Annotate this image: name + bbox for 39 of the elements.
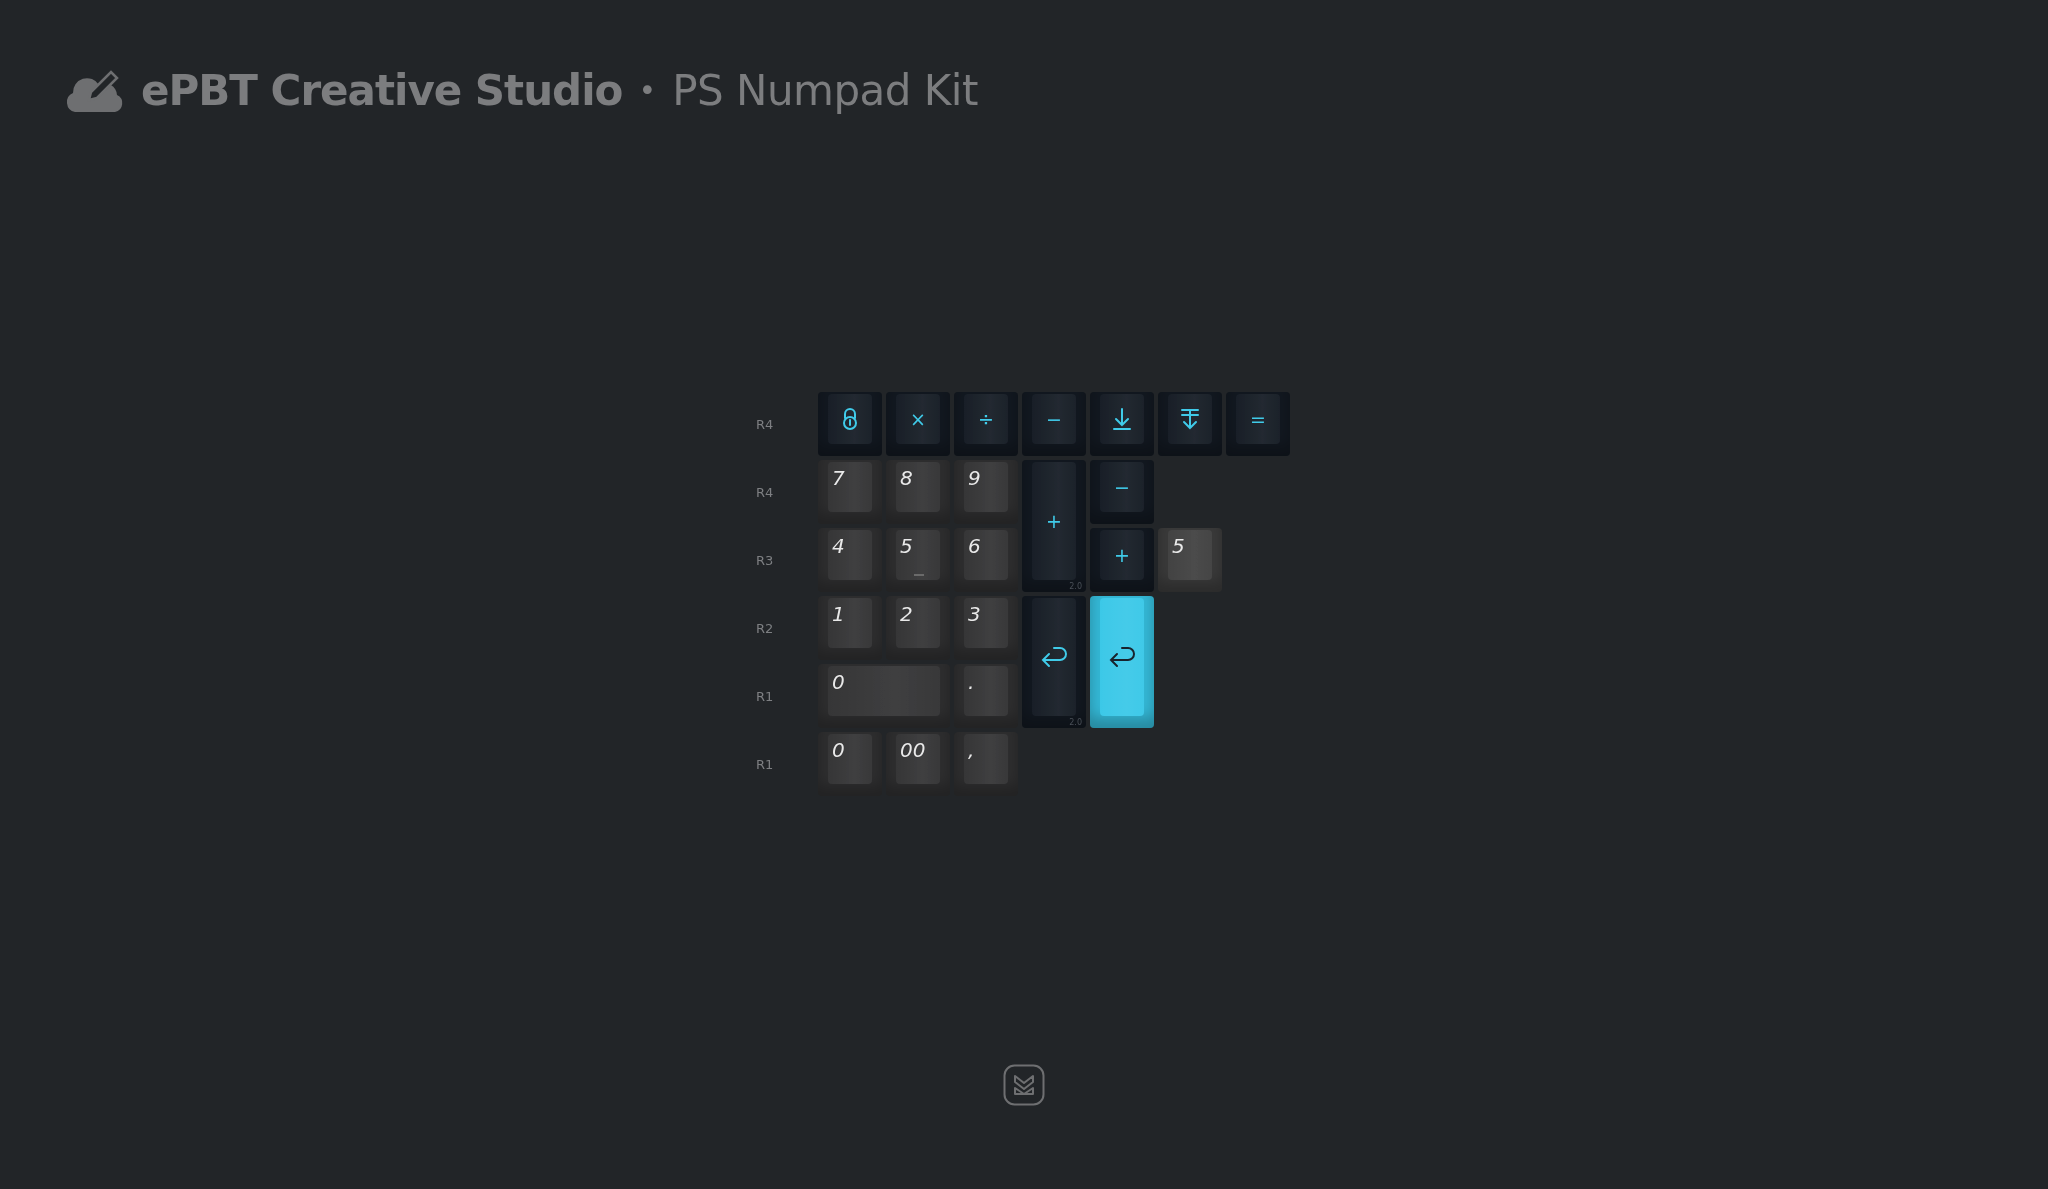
key-legend: 2 bbox=[900, 602, 913, 626]
size-label: 2.0 bbox=[1069, 718, 1082, 727]
key-legend: 0 bbox=[832, 670, 845, 694]
logo-icon bbox=[1003, 1064, 1045, 1106]
key-legend: = bbox=[1250, 408, 1266, 430]
key-legend: 5 bbox=[1172, 534, 1185, 558]
key-legend: 6 bbox=[968, 534, 981, 558]
key-legend: 4 bbox=[832, 534, 845, 558]
key-legend: 00 bbox=[900, 738, 926, 762]
key-legend: 8 bbox=[900, 466, 913, 490]
key-legend: , bbox=[968, 738, 975, 762]
key-legend: 9 bbox=[968, 466, 981, 490]
key-legend: + bbox=[1114, 544, 1130, 566]
key-legend: − bbox=[1046, 408, 1062, 430]
enter-icon bbox=[1108, 645, 1136, 669]
kit-title: PS Numpad Kit bbox=[672, 65, 978, 115]
enter-icon bbox=[1040, 645, 1068, 669]
key-legend: 7 bbox=[832, 466, 845, 490]
key-legend: + bbox=[1046, 510, 1062, 532]
row-label: R2 bbox=[756, 620, 775, 636]
key-legend: . bbox=[968, 670, 975, 694]
row-label: R1 bbox=[756, 688, 775, 704]
row-label: R3 bbox=[756, 552, 775, 568]
row-label: R4 bbox=[756, 416, 775, 432]
key-legend: 0 bbox=[832, 738, 845, 762]
key-legend: 1 bbox=[832, 602, 845, 626]
size-label: 2.0 bbox=[1069, 582, 1082, 591]
brand-name: ePBT Creative Studio bbox=[141, 65, 623, 115]
key-legend: 3 bbox=[968, 602, 981, 626]
lock-icon bbox=[842, 407, 858, 431]
key-legend: 5 bbox=[900, 534, 913, 558]
key-legend: ÷ bbox=[978, 408, 994, 430]
arrow-down-lines-icon bbox=[1180, 407, 1200, 431]
key-legend: × bbox=[910, 408, 926, 430]
download-icon bbox=[1112, 407, 1132, 431]
key-legend: − bbox=[1114, 476, 1130, 498]
row-label: R4 bbox=[756, 484, 775, 500]
separator-dot: • bbox=[638, 72, 657, 108]
row-label: R1 bbox=[756, 756, 775, 772]
